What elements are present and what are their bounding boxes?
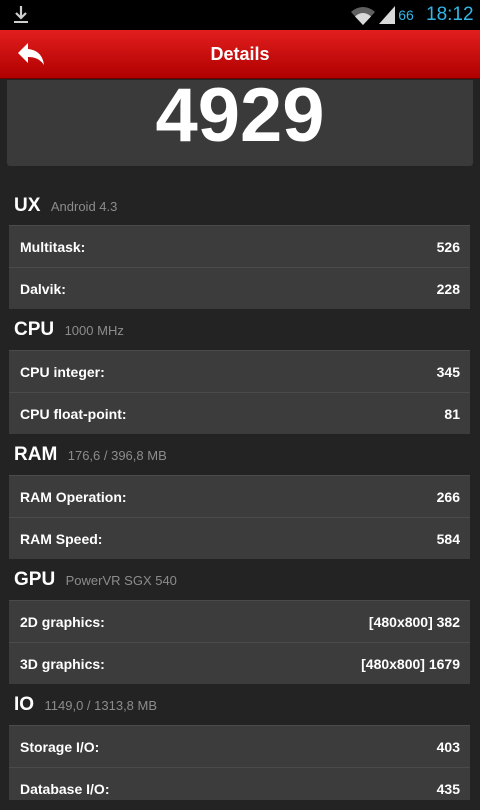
- section-info: Android 4.3: [50, 199, 118, 214]
- battery-level: 66: [398, 7, 414, 23]
- download-icon: [14, 6, 28, 23]
- result-row-dalvik: Dalvik: 228: [9, 267, 470, 309]
- result-row-ram-speed: RAM Speed: 584: [9, 517, 470, 559]
- result-label: Storage I/O:: [20, 739, 100, 755]
- section-info: PowerVR SGX 540: [65, 573, 177, 588]
- section-header-gpu: GPU PowerVR SGX 540: [14, 568, 177, 592]
- result-label: RAM Operation:: [20, 489, 127, 505]
- section-header-ux: UX Android 4.3: [14, 194, 117, 218]
- result-value: 266: [436, 489, 460, 505]
- wifi-icon: [351, 7, 375, 25]
- result-row-2d-graphics: 2D graphics: [480x800] 382: [9, 600, 470, 642]
- signal-icon: [379, 6, 395, 24]
- result-label: Multitask:: [20, 239, 86, 255]
- result-value: 435: [436, 781, 460, 797]
- result-row-cpu-float-point: CPU float-point: 81: [9, 392, 470, 434]
- section-info: 1000 MHz: [64, 323, 124, 338]
- result-label: Dalvik:: [20, 281, 66, 297]
- result-row-ram-operation: RAM Operation: 266: [9, 475, 470, 517]
- result-row-multitask: Multitask: 526: [9, 225, 470, 267]
- section-name: CPU: [14, 319, 55, 340]
- section-header-ram: RAM 176,6 / 396,8 MB: [14, 443, 167, 467]
- page-title: Details: [210, 44, 270, 64]
- result-row-3d-graphics: 3D graphics: [480x800] 1679: [9, 642, 470, 684]
- result-label: 2D graphics:: [20, 614, 105, 630]
- section-header-io: IO 1149,0 / 1313,8 MB: [14, 693, 157, 717]
- result-value: [480x800] 382: [368, 614, 460, 630]
- result-label: CPU float-point:: [20, 406, 127, 422]
- result-value: 228: [436, 281, 460, 297]
- result-row-cpu-integer: CPU integer: 345: [9, 350, 470, 392]
- section-name: IO: [14, 694, 35, 715]
- total-score: 4929: [155, 73, 325, 158]
- result-value: 526: [436, 239, 460, 255]
- result-row-storage-io: Storage I/O: 403: [9, 725, 470, 767]
- result-value: 584: [436, 531, 460, 547]
- result-value: 345: [436, 364, 460, 380]
- section-name: GPU: [14, 569, 56, 590]
- result-row-database-io: Database I/O: 435: [9, 767, 470, 800]
- result-value: [480x800] 1679: [361, 656, 460, 672]
- clock: 18:12: [426, 4, 474, 25]
- result-value: 403: [436, 739, 460, 755]
- result-label: 3D graphics:: [20, 656, 105, 672]
- result-label: RAM Speed:: [20, 531, 103, 547]
- section-header-cpu: CPU 1000 MHz: [14, 318, 124, 342]
- total-score-panel: 4929: [7, 73, 473, 166]
- result-label: Database I/O:: [20, 781, 110, 797]
- section-name: RAM: [14, 444, 58, 465]
- section-name: UX: [14, 195, 41, 216]
- result-label: CPU integer:: [20, 364, 105, 380]
- status-bar: 66 18:12: [0, 0, 480, 30]
- app-header: Details: [0, 30, 480, 79]
- section-info: 176,6 / 396,8 MB: [67, 448, 167, 463]
- result-value: 81: [444, 406, 460, 422]
- section-info: 1149,0 / 1313,8 MB: [44, 698, 158, 713]
